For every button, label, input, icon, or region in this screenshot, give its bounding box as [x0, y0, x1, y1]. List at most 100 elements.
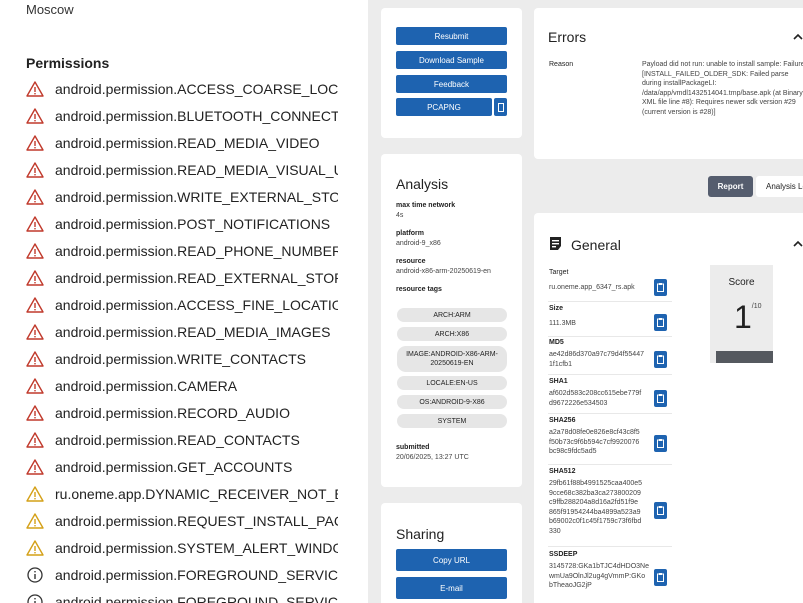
report-area: Resubmit Download Sample Feedback PCAPNG… [368, 0, 803, 603]
submitted-value: 20/06/2025, 13:27 UTC [396, 454, 469, 461]
chevron-up-icon[interactable] [793, 33, 803, 41]
permissions-heading: Permissions [26, 55, 110, 71]
clipboard-icon [657, 355, 664, 364]
tab-report[interactable]: Report [708, 176, 753, 197]
permission-item: android.permission.READ_EXTERNAL_STORAG [26, 264, 368, 291]
divider [548, 336, 672, 337]
permission-item: android.permission.READ_CONTACTS [26, 426, 368, 453]
divider [548, 464, 672, 465]
email-button[interactable]: E-mail [396, 577, 507, 599]
permission-name: android.permission.SYSTEM_ALERT_WINDOW [55, 539, 338, 556]
sha1-label: SHA1 [549, 378, 568, 385]
target-label: Target [549, 269, 569, 276]
errors-card: Errors Reason Payload did not run: unabl… [534, 8, 803, 159]
pcapng-button[interactable]: PCAPNG [396, 98, 492, 116]
permission-item: android.permission.READ_MEDIA_VIDEO [26, 129, 368, 156]
target-value: ru.oneme.app_6347_rs.apk [549, 284, 635, 291]
size-label: Size [549, 305, 564, 312]
danger-triangle-icon [26, 431, 44, 449]
copy-sha1-button[interactable] [654, 390, 667, 407]
copy-ssdeep-button[interactable] [654, 569, 667, 586]
permission-item: android.permission.FOREGROUND_SERVICE_M [26, 561, 368, 588]
danger-triangle-icon [26, 134, 44, 152]
danger-triangle-icon [26, 323, 44, 341]
warning-triangle-icon [26, 512, 44, 530]
divider [548, 546, 672, 547]
platform-value: android-9_x86 [396, 240, 441, 247]
permission-item: android.permission.CAMERA [26, 372, 368, 399]
permission-item: android.permission.READ_MEDIA_VISUAL_USE [26, 156, 368, 183]
sha512-label: SHA512 [549, 468, 576, 475]
copy-sha512-button[interactable] [654, 502, 667, 519]
resource-tag: LOCALE:EN-US [397, 376, 507, 390]
danger-triangle-icon [26, 188, 44, 206]
sha256-label: SHA256 [549, 417, 576, 424]
copy-icon [497, 102, 504, 112]
permission-name: android.permission.FOREGROUND_SERVICE_M [55, 566, 338, 583]
warning-triangle-icon [26, 539, 44, 557]
permissions-panel: Moscow Permissions android.permission.AC… [0, 0, 368, 603]
clipboard-icon [657, 506, 664, 515]
danger-triangle-icon [26, 296, 44, 314]
actions-card: Resubmit Download Sample Feedback PCAPNG [381, 8, 522, 138]
permission-name: android.permission.READ_MEDIA_VIDEO [55, 134, 320, 151]
score-number: 1 [734, 299, 752, 335]
permission-name: android.permission.BLUETOOTH_CONNECT [55, 107, 338, 124]
document-icon [550, 237, 561, 250]
general-card: General Target ru.oneme.app_6347_rs.apk … [534, 213, 803, 603]
permission-name: android.permission.READ_PHONE_NUMBERS [55, 242, 338, 259]
permission-name: android.permission.READ_EXTERNAL_STORAG [55, 269, 338, 286]
clipboard-icon [657, 283, 664, 292]
divider [548, 413, 672, 414]
sha1-value: af602d583c208cc615ebe779f d9672226e53450… [549, 390, 642, 407]
clipboard-icon [657, 573, 664, 582]
permission-item: android.permission.WRITE_CONTACTS [26, 345, 368, 372]
resubmit-button[interactable]: Resubmit [396, 27, 507, 45]
permission-item: android.permission.GET_ACCOUNTS [26, 453, 368, 480]
resource-label: resource [396, 258, 426, 265]
pcapng-copy-button[interactable] [494, 98, 507, 116]
chevron-up-icon[interactable] [793, 240, 803, 248]
resource-value: android-x86-arm-20250619-en [396, 268, 491, 275]
sharing-card: Sharing Copy URL E-mail [381, 503, 522, 603]
tab-analysis-log[interactable]: Analysis Log [756, 176, 803, 197]
permission-item: android.permission.READ_MEDIA_IMAGES [26, 318, 368, 345]
resource-tag: ARCH:ARM [397, 308, 507, 322]
copy-sha256-button[interactable] [654, 435, 667, 452]
resource-tags-label: resource tags [396, 286, 442, 293]
size-value: 111.3MB [549, 320, 576, 327]
info-circle-icon [26, 566, 44, 584]
md5-label: MD5 [549, 339, 564, 346]
permission-item: android.permission.SYSTEM_ALERT_WINDOW [26, 534, 368, 561]
max-time-network-label: max time network [396, 202, 456, 209]
divider [548, 301, 672, 302]
general-title: General [571, 237, 621, 253]
permission-name: android.permission.READ_CONTACTS [55, 431, 300, 448]
copy-target-button[interactable] [654, 279, 667, 296]
danger-triangle-icon [26, 377, 44, 395]
danger-triangle-icon [26, 404, 44, 422]
clipboard-icon [657, 439, 664, 448]
permission-item: android.permission.BLUETOOTH_CONNECT [26, 102, 368, 129]
warning-triangle-icon [26, 485, 44, 503]
md5-value: ae42d86d370a97c79d4f55447 1f1cfb1 [549, 351, 644, 368]
resource-tag: SYSTEM [397, 414, 507, 428]
permission-name: ru.oneme.app.DYNAMIC_RECEIVER_NOT_EXPC [55, 485, 338, 502]
sha256-value: a2a78d08fe0e826e8cf43c8f5 f50b73c9f6b594… [549, 429, 640, 455]
score-box: Score 1/10 [710, 265, 773, 363]
submitted-label: submitted [396, 444, 430, 451]
max-time-network-value: 4s [396, 212, 404, 219]
permission-item: android.permission.ACCESS_FINE_LOCATION [26, 291, 368, 318]
copy-size-button[interactable] [654, 314, 667, 331]
copy-md5-button[interactable] [654, 351, 667, 368]
permission-name: android.permission.ACCESS_FINE_LOCATION [55, 296, 338, 313]
download-sample-button[interactable]: Download Sample [396, 51, 507, 69]
permission-item: android.permission.ACCESS_COARSE_LOCATIC [26, 75, 368, 102]
permission-name: android.permission.RECORD_AUDIO [55, 404, 290, 421]
permission-item: android.permission.READ_PHONE_NUMBERS [26, 237, 368, 264]
feedback-button[interactable]: Feedback [396, 75, 507, 93]
resource-tag: OS:ANDROID-9-X86 [397, 395, 507, 409]
clipboard-icon [657, 318, 664, 327]
copy-url-button[interactable]: Copy URL [396, 549, 507, 571]
resource-tag: ARCH:X86 [397, 327, 507, 341]
